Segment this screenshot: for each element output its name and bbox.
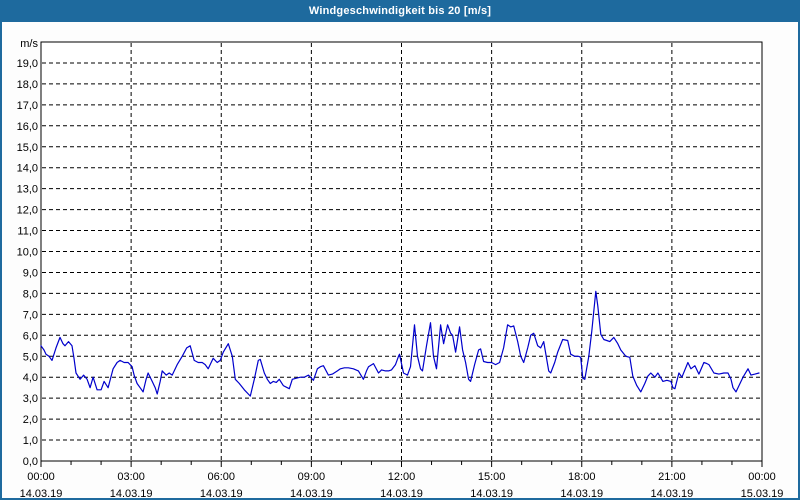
x-tick-time-label: 06:00: [207, 471, 235, 483]
x-tick-time-label: 03:00: [117, 471, 145, 483]
y-tick-label: 12,0: [17, 205, 38, 217]
chart-window: Windgeschwindigkeit bis 20 [m/s] 0,0 1,0 2…: [0, 0, 800, 500]
x-tick-time-label: 15:00: [478, 471, 506, 483]
x-tick-time-label: 21:00: [658, 471, 686, 483]
y-tick-label: 19,0: [17, 58, 38, 70]
y-axis-labels: 0,0 1,0 2,0 3,0 4,0 5,0 6,0 7,0 8,0 9,0 10,0 11,0 12…: [17, 38, 39, 468]
y-tick-label: 0,0: [23, 456, 38, 468]
y-tick-label: 17,0: [17, 100, 38, 112]
wind-speed-chart: 0,0 1,0 2,0 3,0 4,0 5,0 6,0 7,0 8,0 9,0 10,0 11,0 12…: [17, 38, 784, 498]
y-tick-label: 13,0: [17, 184, 38, 196]
y-tick-label: 7,0: [23, 309, 38, 321]
x-tick-date-label: 15.03.19: [741, 488, 784, 498]
y-tick-label: 2,0: [23, 414, 38, 426]
x-tick-date-label: 14.03.19: [560, 488, 603, 498]
y-tick-label: 9,0: [23, 267, 38, 279]
y-tick-label: 8,0: [23, 288, 38, 300]
y-tick-label: 5,0: [23, 351, 38, 363]
x-tick-date-label: 14.03.19: [110, 488, 153, 498]
x-tick-time-label: 09:00: [298, 471, 326, 483]
y-axis-unit-label: m/s: [20, 38, 38, 50]
x-tick-date-label: 14.03.19: [200, 488, 243, 498]
x-tick-time-label: 18:00: [568, 471, 596, 483]
x-tick-date-label: 14.03.19: [20, 488, 63, 498]
window-title: Windgeschwindigkeit bis 20 [m/s]: [308, 5, 492, 17]
x-axis-labels: 00:00 14.03.19 03:00 14.03.19 06:00 14.03.19 0…: [20, 471, 784, 498]
x-tick-date-label: 14.03.19: [650, 488, 693, 498]
x-tick-date-label: 14.03.19: [380, 488, 423, 498]
y-tick-label: 16,0: [17, 121, 38, 133]
x-tick-time-label: 00:00: [27, 471, 55, 483]
x-tick-time-label: 12:00: [388, 471, 416, 483]
x-tick-date-label: 14.03.19: [290, 488, 333, 498]
y-tick-label: 6,0: [23, 330, 38, 342]
chart-body: 0,0 1,0 2,0 3,0 4,0 5,0 6,0 7,0 8,0 9,0 10,0 11,0 12…: [2, 22, 798, 498]
y-tick-label: 18,0: [17, 79, 38, 91]
y-tick-label: 3,0: [23, 393, 38, 405]
x-tick-time-label: 00:00: [748, 471, 776, 483]
y-tick-label: 11,0: [17, 226, 38, 238]
y-tick-label: 1,0: [23, 435, 38, 447]
y-tick-label: 4,0: [23, 372, 38, 384]
x-tick-date-label: 14.03.19: [470, 488, 513, 498]
y-tick-label: 10,0: [17, 247, 38, 259]
y-tick-label: 15,0: [17, 142, 38, 154]
window-titlebar: Windgeschwindigkeit bis 20 [m/s]: [2, 2, 798, 22]
y-tick-label: 14,0: [17, 163, 38, 175]
x-axis-ticks: [40, 461, 763, 467]
